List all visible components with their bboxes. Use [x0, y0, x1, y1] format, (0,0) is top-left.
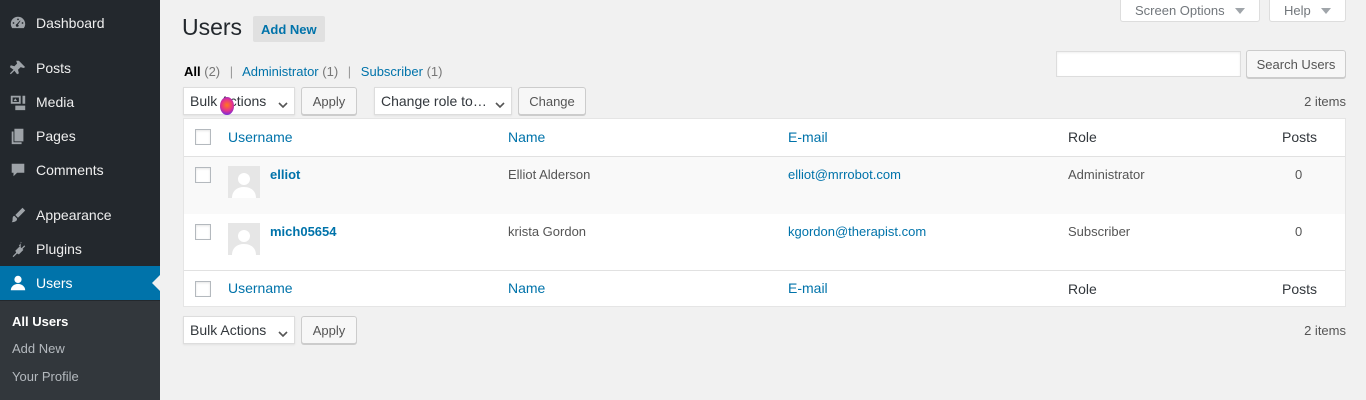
- column-username[interactable]: Username: [228, 129, 293, 145]
- filter-all-count: (2): [204, 64, 221, 79]
- media-icon: [0, 85, 36, 119]
- table-footer: Username Name E-mail Role Posts: [184, 270, 1345, 307]
- users-table: Username Name E-mail Role Posts elliot E…: [183, 118, 1346, 307]
- pin-icon: [0, 51, 36, 85]
- sidebar-item-label: Dashboard: [36, 15, 105, 31]
- sidebar-item-dashboard[interactable]: Dashboard: [0, 6, 160, 40]
- triangle-down-icon: [1320, 7, 1331, 14]
- bulk-actions-select-bottom[interactable]: Bulk Actions: [183, 316, 295, 344]
- filter-subscriber-count: (1): [426, 64, 443, 79]
- help-label: Help: [1284, 3, 1311, 18]
- filter-all[interactable]: All: [184, 64, 201, 79]
- select-all-checkbox[interactable]: [195, 129, 211, 145]
- column-email[interactable]: E-mail: [788, 280, 828, 296]
- column-role: Role: [1068, 281, 1097, 297]
- username-link[interactable]: elliot: [270, 167, 300, 182]
- brush-icon: [0, 198, 36, 232]
- sidebar-item-media[interactable]: Media: [0, 85, 160, 119]
- sidebar-item-pages[interactable]: Pages: [0, 119, 160, 153]
- submenu-all-users[interactable]: All Users: [12, 314, 68, 329]
- sidebar-item-comments[interactable]: Comments: [0, 153, 160, 187]
- select-all-checkbox[interactable]: [195, 281, 211, 297]
- user-role: Administrator: [1068, 167, 1145, 182]
- user-name: Elliot Alderson: [508, 167, 591, 182]
- user-email-link[interactable]: elliot@mrrobot.com: [788, 167, 901, 182]
- avatar: [228, 166, 260, 198]
- submenu-your-profile[interactable]: Your Profile: [12, 369, 79, 384]
- separator: |: [229, 64, 234, 79]
- change-role-value: Change role to…: [381, 93, 487, 109]
- user-icon: [0, 266, 36, 300]
- table-row: elliot Elliot Alderson elliot@mrrobot.co…: [184, 157, 1345, 214]
- table-header: Username Name E-mail Role Posts: [184, 119, 1345, 157]
- row-checkbox[interactable]: [195, 224, 211, 240]
- sidebar-item-label: Media: [36, 94, 75, 110]
- user-posts-count: 0: [1295, 167, 1303, 182]
- column-posts: Posts: [1282, 281, 1318, 297]
- admin-sidebar: Dashboard Posts Media Pages Comments App…: [0, 0, 160, 400]
- chevron-down-icon: [278, 326, 288, 338]
- triangle-down-icon: [1234, 7, 1245, 14]
- bulk-actions-value: Bulk Actions: [190, 322, 267, 338]
- filter-subscriber[interactable]: Subscriber: [361, 64, 423, 79]
- sidebar-item-plugins[interactable]: Plugins: [0, 232, 160, 266]
- screen-options-button[interactable]: Screen Options: [1120, 0, 1260, 22]
- row-checkbox[interactable]: [195, 167, 211, 183]
- plug-icon: [0, 232, 36, 266]
- sidebar-item-appearance[interactable]: Appearance: [0, 198, 160, 232]
- dashboard-icon: [0, 6, 36, 40]
- screen-options-label: Screen Options: [1135, 3, 1225, 18]
- column-posts: Posts: [1282, 129, 1318, 145]
- pointer-cursor-icon: [220, 97, 234, 115]
- change-role-button[interactable]: Change: [518, 87, 586, 115]
- column-email[interactable]: E-mail: [788, 129, 828, 145]
- chevron-down-icon: [278, 97, 288, 109]
- filter-administrator-count: (1): [322, 64, 339, 79]
- users-submenu: All Users Add New Your Profile: [0, 301, 160, 400]
- separator: |: [347, 64, 352, 79]
- help-button[interactable]: Help: [1269, 0, 1346, 22]
- change-role-select[interactable]: Change role to…: [374, 87, 512, 115]
- user-posts-count: 0: [1295, 224, 1303, 239]
- comment-icon: [0, 153, 36, 187]
- bulk-actions-select[interactable]: Bulk Actions: [183, 87, 295, 115]
- current-menu-arrow: [152, 275, 160, 291]
- sidebar-item-label: Pages: [36, 128, 76, 144]
- pages-icon: [0, 119, 36, 153]
- column-role: Role: [1068, 129, 1097, 145]
- avatar: [228, 223, 260, 255]
- column-name[interactable]: Name: [508, 280, 545, 296]
- column-name[interactable]: Name: [508, 129, 545, 145]
- user-email-link[interactable]: kgordon@therapist.com: [788, 224, 926, 239]
- sidebar-item-label: Posts: [36, 60, 72, 76]
- items-count: 2 items: [1304, 94, 1346, 109]
- add-new-button[interactable]: Add New: [253, 16, 325, 42]
- sidebar-item-label: Plugins: [36, 241, 82, 257]
- sidebar-item-label: Appearance: [36, 207, 112, 223]
- chevron-down-icon: [495, 97, 505, 109]
- user-name: krista Gordon: [508, 224, 587, 239]
- username-link[interactable]: mich05654: [270, 224, 337, 239]
- search-input[interactable]: [1056, 51, 1241, 77]
- items-count-bottom: 2 items: [1304, 323, 1346, 338]
- sidebar-item-posts[interactable]: Posts: [0, 51, 160, 85]
- apply-button-bottom[interactable]: Apply: [301, 316, 357, 344]
- search-users-button[interactable]: Search Users: [1246, 50, 1346, 78]
- page-title: Users: [182, 14, 243, 40]
- sidebar-item-users[interactable]: Users: [0, 266, 160, 300]
- sidebar-item-label: Users: [36, 275, 73, 291]
- user-role: Subscriber: [1068, 224, 1131, 239]
- table-row: mich05654 krista Gordon kgordon@therapis…: [184, 214, 1345, 271]
- submenu-add-new[interactable]: Add New: [12, 341, 65, 356]
- apply-button[interactable]: Apply: [301, 87, 357, 115]
- column-username[interactable]: Username: [228, 280, 293, 296]
- sidebar-item-label: Comments: [36, 162, 104, 178]
- filter-administrator[interactable]: Administrator: [242, 64, 319, 79]
- role-filter-links: All (2) | Administrator (1) | Subscriber…: [184, 64, 442, 79]
